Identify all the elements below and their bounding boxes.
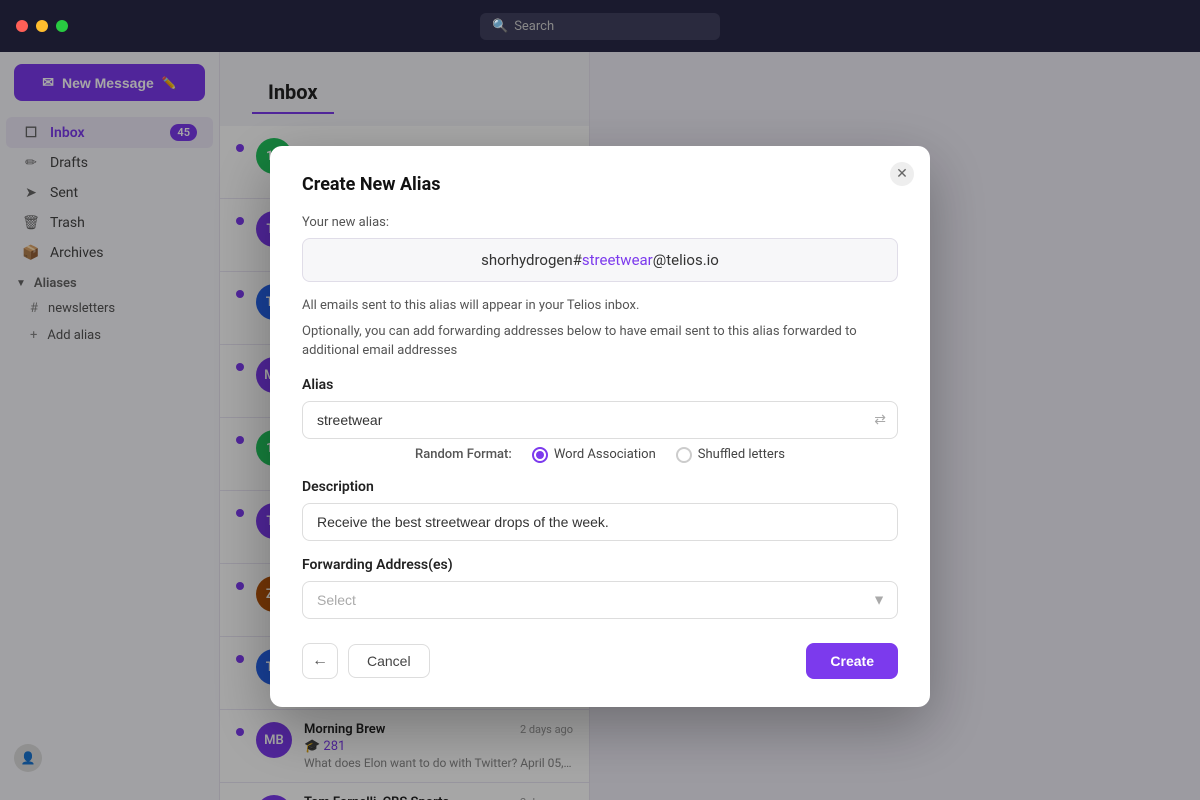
random-format-group: Random Format: Word Association Shuffled… [302,447,898,463]
shuffled-letters-radio[interactable]: Shuffled letters [676,447,785,463]
shuffle-icon: ⇄ [874,412,886,428]
alias-prefix: shorhydrogen# [481,251,582,269]
modal-footer-left: ← Cancel [302,643,430,679]
titlebar: 🔍 Search [0,0,1200,52]
create-button[interactable]: Create [806,643,898,679]
chevron-down-icon: ▼ [872,591,886,608]
alias-field-label: Alias [302,377,898,393]
traffic-lights [16,20,68,32]
description-input-wrapper [302,503,898,541]
description-input[interactable] [302,503,898,541]
modal-footer: ← Cancel Create [302,643,898,679]
shuffled-letters-radio-btn[interactable] [676,447,692,463]
forwarding-select-wrapper: Select ▼ [302,581,898,619]
modal-info-line2: Optionally, you can add forwarding addre… [302,322,898,361]
search-placeholder: Search [514,19,554,34]
minimize-button[interactable] [36,20,48,32]
alias-display: shorhydrogen#streetwear@telios.io [302,238,898,282]
your-new-alias-label: Your new alias: [302,213,898,233]
random-format-label: Random Format: [415,447,512,462]
word-association-label: Word Association [554,447,656,462]
forwarding-label: Forwarding Address(es) [302,557,898,573]
close-button[interactable] [16,20,28,32]
search-icon: 🔍 [492,19,508,34]
modal-close-button[interactable]: ✕ [890,162,914,186]
alias-input-wrapper: ⇄ [302,401,898,439]
modal-overlay: ✕ Create New Alias Your new alias: shorh… [0,52,1200,800]
fullscreen-button[interactable] [56,20,68,32]
alias-suffix: @telios.io [653,251,719,269]
alias-highlight: streetwear [582,251,653,269]
forwarding-select[interactable]: Select [302,581,898,619]
description-label: Description [302,479,898,495]
word-association-radio[interactable]: Word Association [532,447,656,463]
back-button[interactable]: ← [302,643,338,679]
shuffled-letters-label: Shuffled letters [698,447,785,462]
create-alias-modal: ✕ Create New Alias Your new alias: shorh… [270,146,930,707]
modal-title: Create New Alias [302,174,898,195]
modal-info-line1: All emails sent to this alias will appea… [302,296,898,316]
search-bar[interactable]: 🔍 Search [480,13,720,40]
alias-input[interactable] [302,401,898,439]
cancel-button[interactable]: Cancel [348,644,430,678]
word-association-radio-btn[interactable] [532,447,548,463]
